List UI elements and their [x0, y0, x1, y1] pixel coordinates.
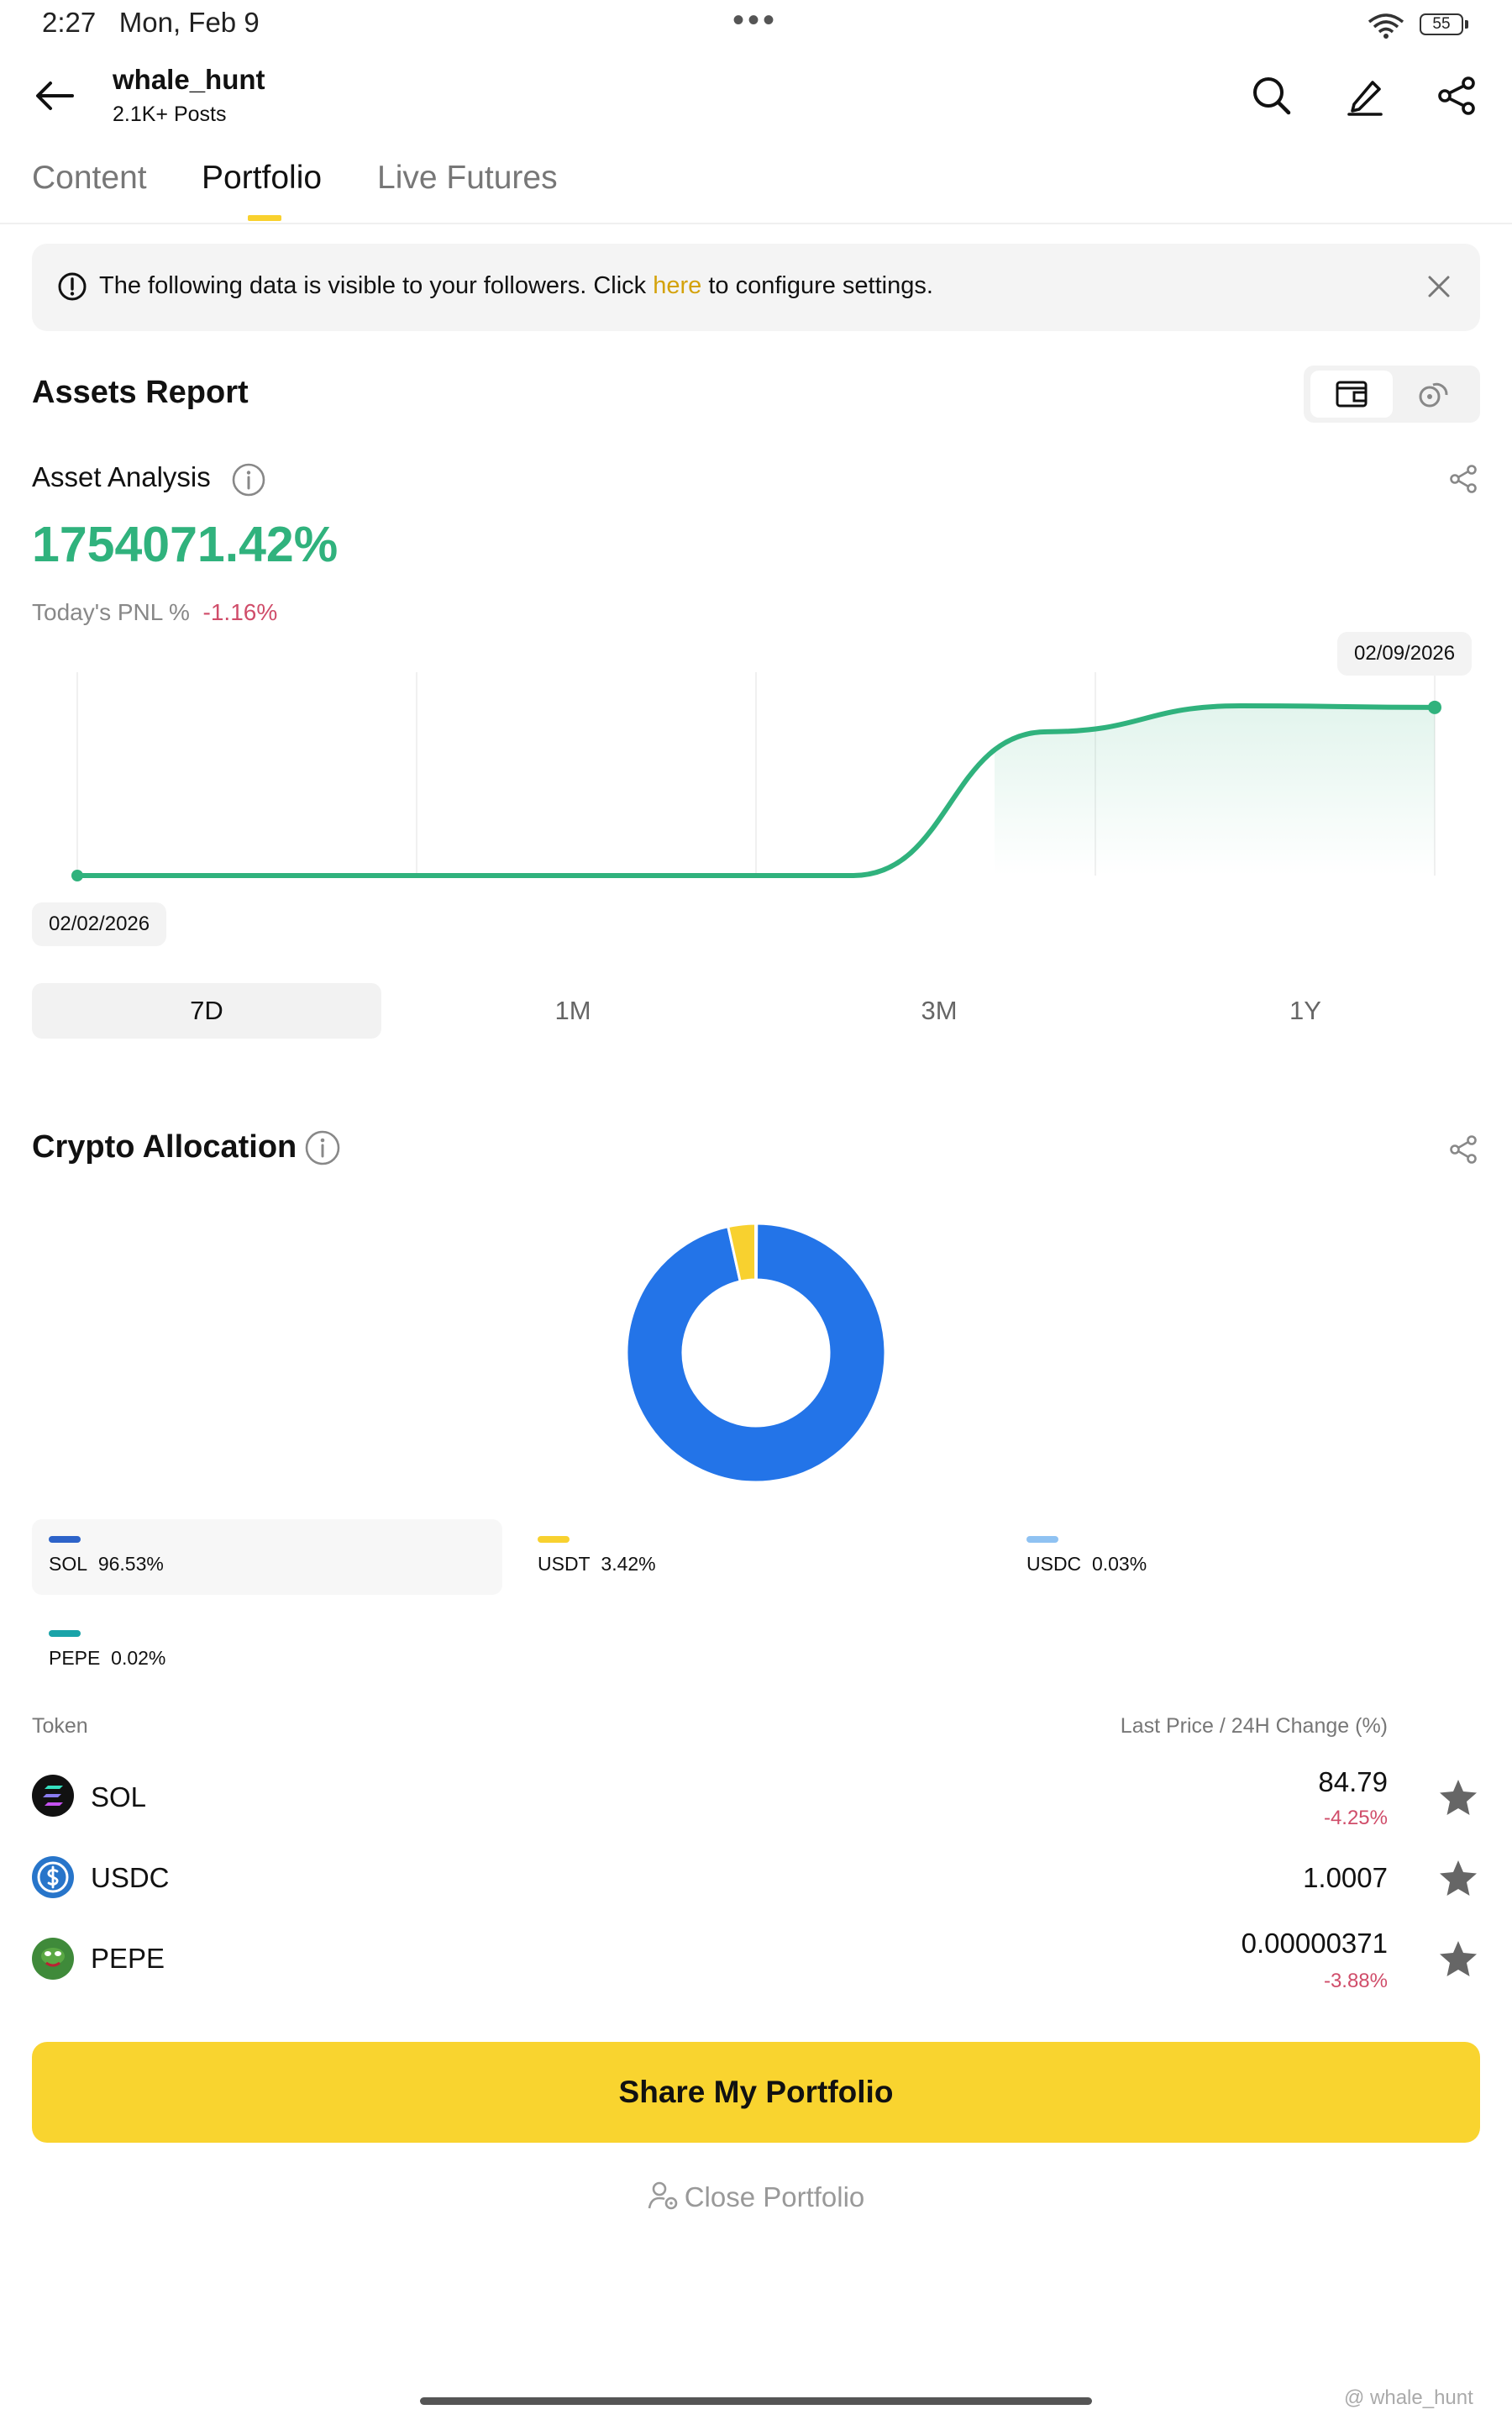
- coins-icon: [1419, 382, 1448, 408]
- profile-username: whale_hunt: [113, 64, 265, 95]
- legend-swatch: [49, 1536, 81, 1543]
- info-icon[interactable]: [231, 462, 266, 497]
- pepe-logo-icon: [32, 1938, 74, 1980]
- notice-text: The following data is visible to your fo…: [99, 272, 933, 299]
- profile-posts-count: 2.1K+ Posts: [113, 103, 227, 126]
- token-change-pepe: -3.88%: [1323, 1970, 1388, 1992]
- range-1y-button[interactable]: 1Y: [1131, 983, 1480, 1039]
- more-dots-icon[interactable]: •••: [732, 2, 778, 39]
- share-analysis-icon[interactable]: [1448, 464, 1478, 494]
- user-settings-icon: [648, 2181, 677, 2210]
- token-name-pepe[interactable]: PEPE: [91, 1943, 165, 1975]
- legend-item-pepe[interactable]: PEPE 0.02%: [32, 1613, 502, 1689]
- range-7d-button[interactable]: 7D: [32, 983, 381, 1039]
- star-icon[interactable]: [1438, 1778, 1478, 1817]
- token-name-usdc[interactable]: USDC: [91, 1862, 170, 1894]
- asset-analysis-label: Asset Analysis: [32, 461, 211, 492]
- token-column-header: Token: [32, 1714, 88, 1738]
- chart-end-point: [1428, 700, 1441, 714]
- share-portfolio-button[interactable]: Share My Portfolio: [32, 2042, 1480, 2143]
- assets-report-title: Assets Report: [32, 375, 249, 410]
- usdc-logo-icon: [32, 1856, 74, 1898]
- asset-analysis-chart: [71, 672, 1441, 881]
- edit-icon[interactable]: [1346, 76, 1384, 116]
- share-icon[interactable]: [1436, 76, 1477, 116]
- close-icon[interactable]: [1426, 274, 1452, 299]
- wallet-icon: [1336, 381, 1368, 408]
- legend-item-sol[interactable]: SOL 96.53%: [32, 1519, 502, 1595]
- range-3m-button[interactable]: 3M: [764, 983, 1114, 1039]
- token-price-sol: 84.79: [1318, 1766, 1388, 1797]
- tab-live-futures[interactable]: Live Futures: [377, 160, 558, 197]
- coins-view-button[interactable]: [1418, 380, 1450, 410]
- donut-slice-pepe: [754, 1222, 759, 1281]
- today-pnl: Today's PNL % -1.16%: [32, 599, 278, 625]
- watermark: @ whale_hunt: [1344, 2386, 1473, 2409]
- allocation-info-icon[interactable]: [304, 1129, 341, 1166]
- sol-logo-icon: [32, 1775, 74, 1817]
- chart-end-date: 02/09/2026: [1337, 632, 1473, 676]
- legend-swatch: [49, 1630, 81, 1637]
- wifi-icon: [1366, 12, 1406, 39]
- wallet-view-button[interactable]: [1310, 371, 1393, 418]
- search-icon[interactable]: [1252, 76, 1292, 116]
- token-change-sol: -4.25%: [1323, 1807, 1388, 1829]
- crypto-allocation-title: Crypto Allocation: [32, 1129, 297, 1165]
- legend-swatch: [538, 1536, 570, 1543]
- back-arrow-icon[interactable]: [34, 79, 76, 113]
- status-time: 2:27 Mon, Feb 9: [42, 7, 260, 38]
- alert-icon: [57, 271, 87, 302]
- configure-settings-link[interactable]: here: [653, 272, 701, 299]
- legend-item-usdt[interactable]: USDT 3.42%: [521, 1519, 974, 1595]
- star-icon[interactable]: [1438, 1859, 1478, 1897]
- home-indicator[interactable]: [420, 2397, 1092, 2405]
- tabs-divider: [0, 223, 1512, 224]
- allocation-donut-chart: [625, 1222, 887, 1484]
- token-price-pepe: 0.00000371: [1241, 1928, 1388, 1959]
- legend-swatch: [1026, 1536, 1058, 1543]
- star-icon[interactable]: [1438, 1939, 1478, 1978]
- price-column-header: Last Price / 24H Change (%): [1120, 1714, 1388, 1738]
- token-name-sol[interactable]: SOL: [91, 1781, 146, 1813]
- legend-item-usdc[interactable]: USDC 0.03%: [1010, 1519, 1463, 1595]
- share-allocation-icon[interactable]: [1448, 1134, 1478, 1165]
- chart-start-point: [71, 870, 83, 881]
- token-price-usdc: 1.0007: [1303, 1862, 1388, 1893]
- chart-start-date: 02/02/2026: [32, 902, 167, 946]
- tab-portfolio[interactable]: Portfolio: [202, 160, 322, 197]
- battery-indicator: 55: [1420, 13, 1468, 35]
- close-portfolio-button[interactable]: Close Portfolio: [0, 2180, 1512, 2213]
- range-1m-button[interactable]: 1M: [398, 983, 748, 1039]
- active-tab-indicator: [248, 215, 281, 221]
- tab-content[interactable]: Content: [32, 160, 147, 197]
- total-pnl-percent: 1754071.42%: [32, 517, 339, 572]
